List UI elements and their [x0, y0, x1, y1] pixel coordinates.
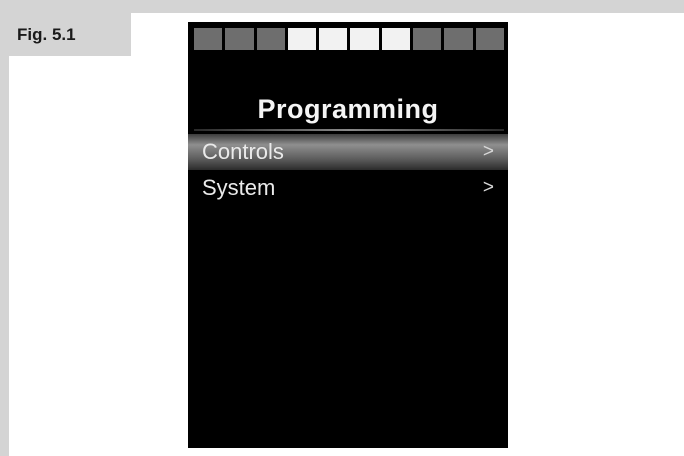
screen-title: Programming: [257, 94, 439, 124]
menu-item-label: System: [202, 175, 276, 200]
menu-item-controls[interactable]: Controls >: [188, 134, 508, 170]
level-segment-2: [225, 28, 254, 50]
level-segment-9: [444, 28, 473, 50]
menu-item-system[interactable]: System >: [188, 170, 508, 206]
level-segment-7: [381, 28, 411, 50]
chevron-right-icon: >: [482, 177, 494, 198]
level-segment-1: [194, 28, 223, 50]
chevron-right-icon: >: [482, 141, 494, 162]
figure-label: Fig. 5.1: [9, 13, 131, 56]
device-screen: Programming Controls > System >: [188, 22, 508, 448]
level-segment-4: [287, 28, 317, 50]
level-segment-3: [256, 28, 285, 50]
title-divider: [194, 129, 504, 131]
level-segment-6: [350, 28, 379, 50]
level-segment-5: [319, 28, 348, 50]
menu-item-label: Controls: [202, 139, 284, 164]
level-indicator-bar: [194, 28, 504, 50]
level-segment-10: [475, 28, 504, 50]
level-segment-8: [413, 28, 442, 50]
